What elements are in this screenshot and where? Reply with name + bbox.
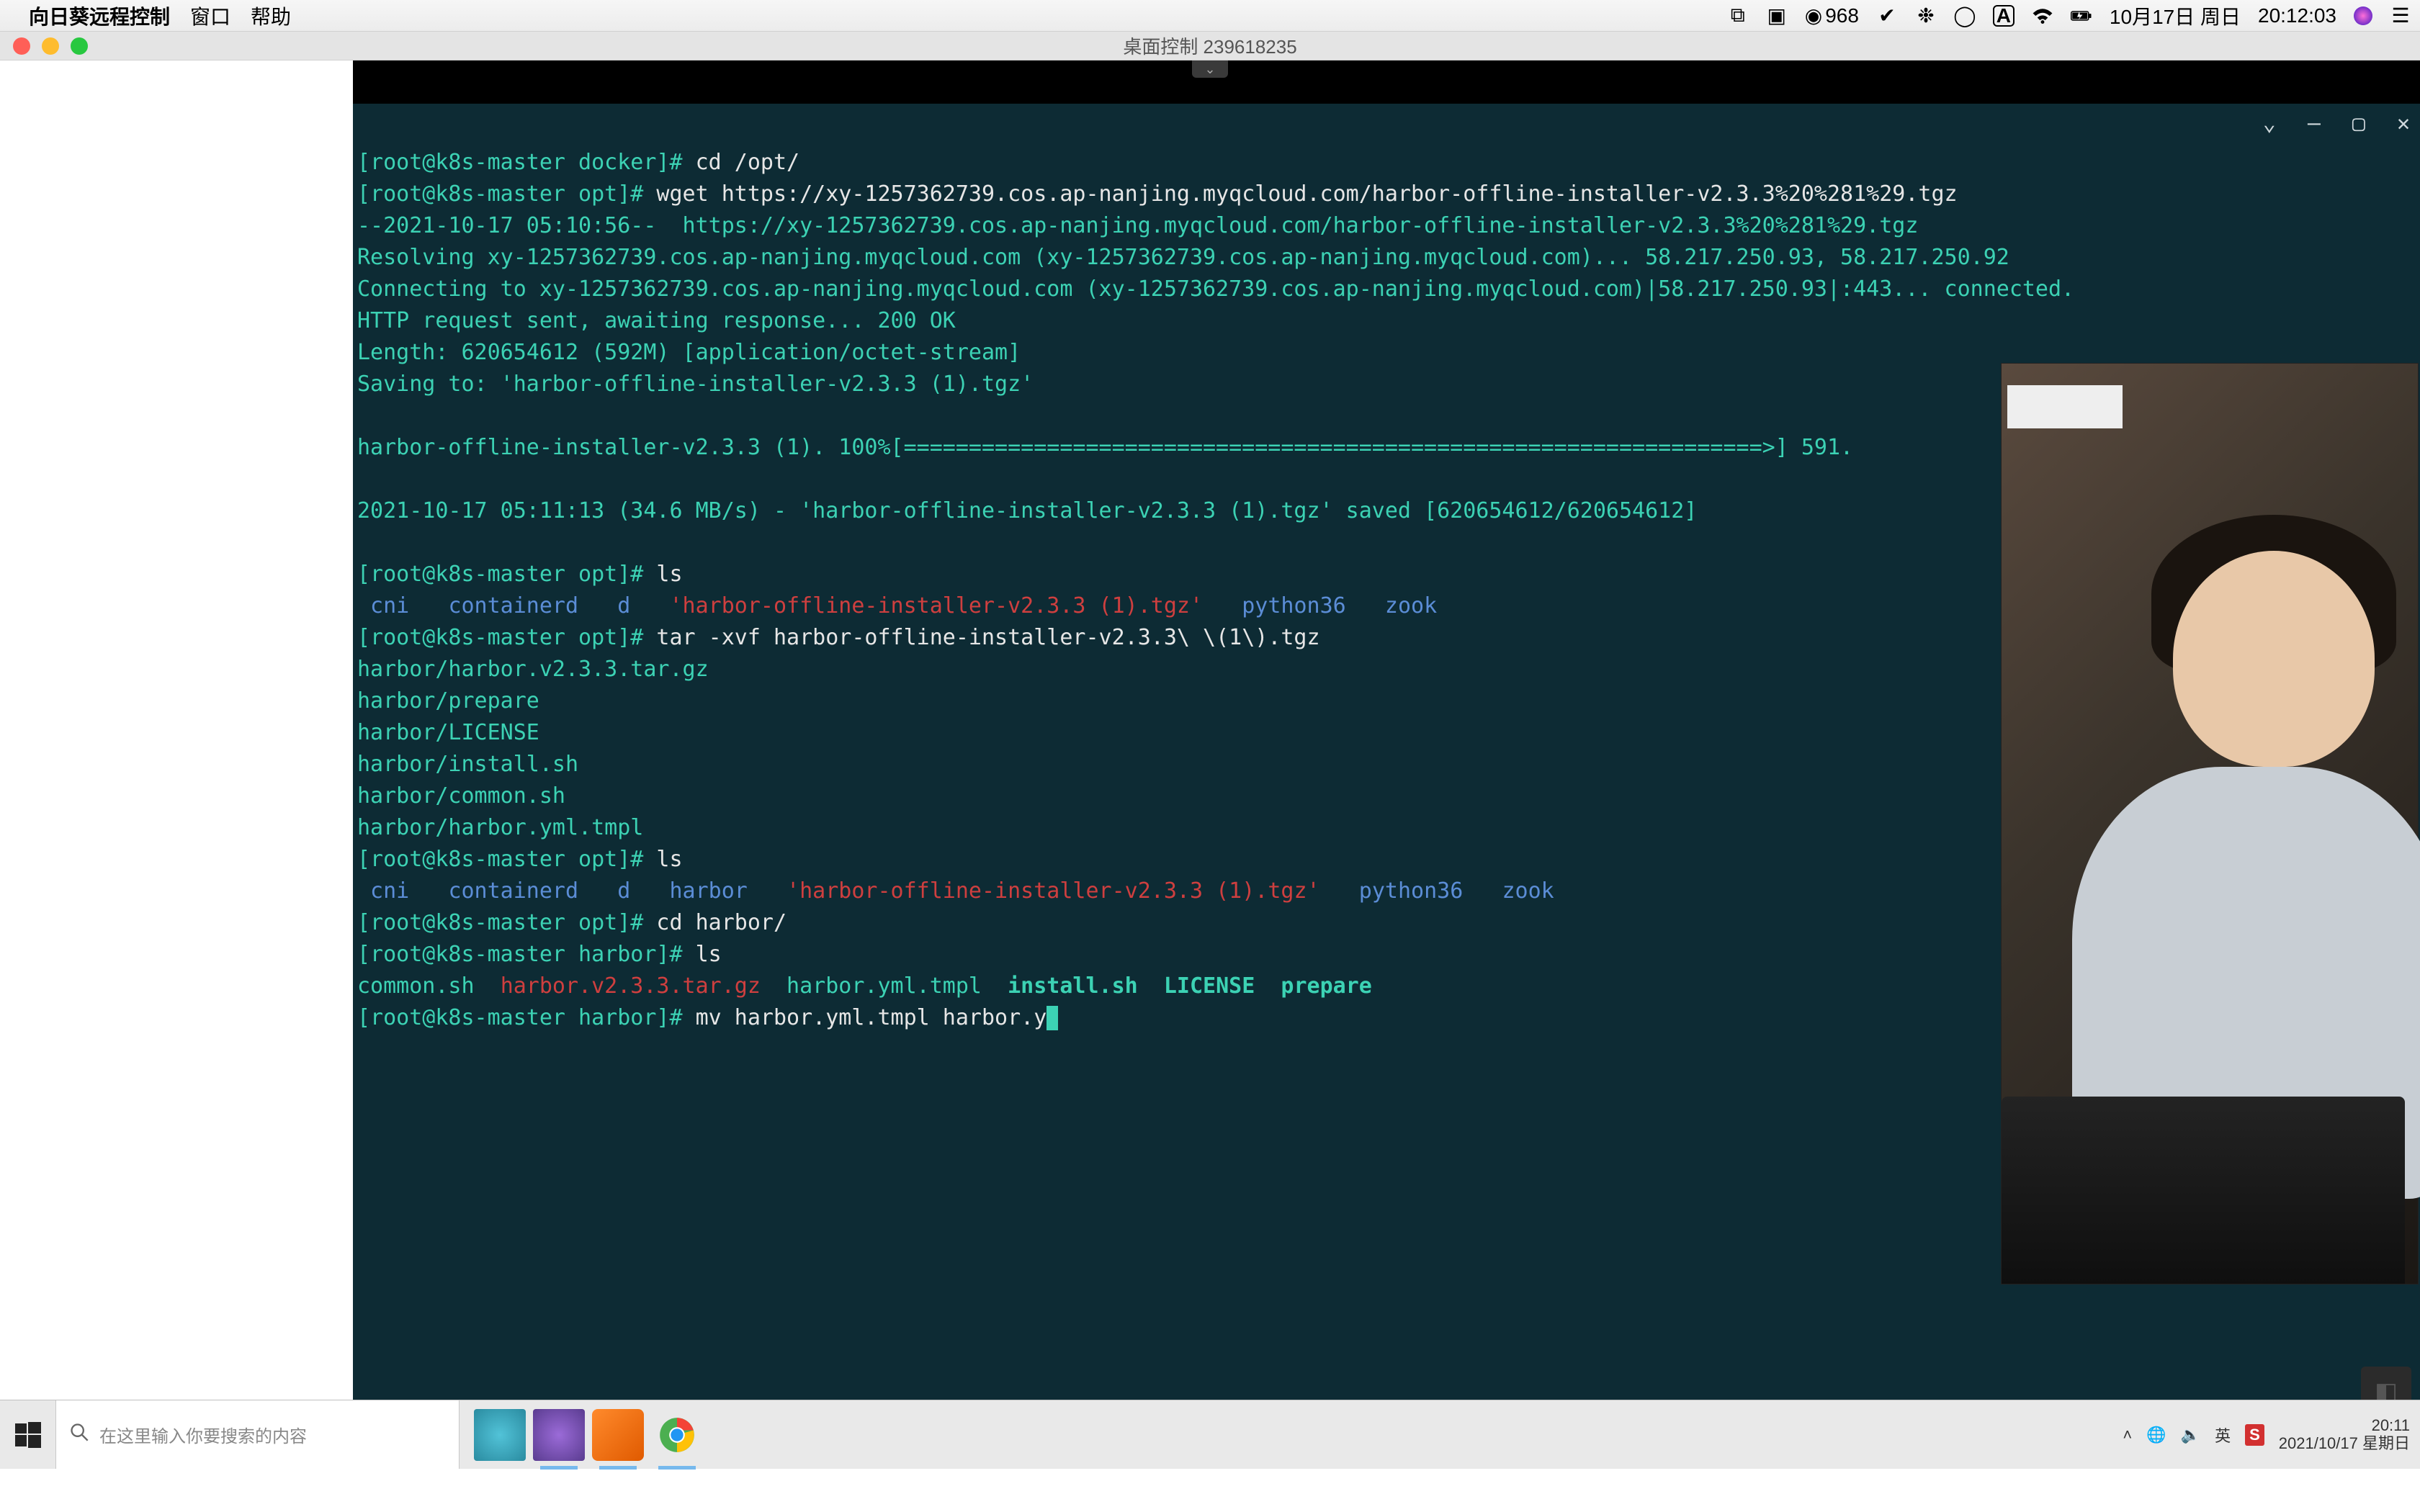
tray-region-indicator[interactable]: S [2245,1424,2264,1446]
camera-icon[interactable]: ▣ [1766,5,1788,27]
taskbar-app-1[interactable] [474,1409,526,1461]
siri-icon[interactable] [2354,6,2372,25]
fan-icon[interactable]: ❉ [1915,5,1937,27]
maximize-icon[interactable]: ▢ [2352,108,2365,140]
tray-input-indicator[interactable]: 英 [2215,1423,2231,1446]
tray-chevron-up-icon[interactable]: ˄ [2123,1426,2132,1444]
laptop-silhouette [2002,1097,2405,1284]
minimize-button[interactable] [42,37,59,55]
menubar-time[interactable]: 20:12:03 [2258,4,2336,27]
taskbar-clock[interactable]: 20:11 2021/10/17 星期日 [2279,1417,2410,1452]
control-center-icon[interactable]: ☰ [2390,5,2411,27]
battery-icon[interactable] [2071,5,2092,27]
remote-desktop: ⌄ — ▢ ✕ [root@k8s-master docker]# cd /op… [0,60,2420,1469]
taskbar-date: 2021/10/17 星期日 [2279,1435,2410,1452]
tray-network-icon[interactable]: 🌐 [2146,1426,2166,1444]
background-object [2007,385,2123,428]
tray-volume-icon[interactable]: 🔈 [2181,1426,2200,1444]
taskbar-chrome[interactable] [651,1409,703,1461]
taskbar-app-3[interactable] [592,1409,644,1461]
macos-menubar: 向日葵远程控制 窗口 帮助 ⧉ ▣ ◉ 968 ✔︎ ❉ ◯ A 10月17日 … [0,0,2420,32]
chevron-down-icon[interactable]: ⌄ [2263,108,2276,140]
remote-window-titlebar: 桌面控制 239618235 [0,32,2420,60]
search-placeholder: 在这里输入你要搜索的内容 [99,1422,307,1447]
check-icon[interactable]: ✔︎ [1876,5,1898,27]
circle-icon[interactable]: ◯ [1954,5,1976,27]
screen-icon[interactable]: ⧉ [1727,5,1749,27]
input-method-icon[interactable]: A [1993,5,2015,27]
wifi-icon[interactable] [2032,5,2053,27]
side-panel [0,60,353,1400]
menubar-date[interactable]: 10月17日 周日 [2110,1,2241,30]
webcam-overlay[interactable] [2001,363,2419,1284]
counter[interactable]: ◉ 968 [1805,4,1859,27]
person-face [2173,551,2375,767]
taskbar-time: 20:11 [2372,1417,2410,1434]
remote-window-title: 桌面控制 239618235 [1123,32,1296,59]
taskbar-app-2[interactable] [533,1409,585,1461]
windows-taskbar: 在这里输入你要搜索的内容 ˄ 🌐 🔈 英 S 20:11 2021/10/17 … [0,1400,2420,1469]
terminal-titlebar: ⌄ — ▢ ✕ [353,104,2420,144]
app-name[interactable]: 向日葵远程控制 [29,1,170,30]
close-icon[interactable]: ✕ [2397,108,2410,140]
dropdown-handle[interactable]: ⌄ [1192,60,1228,78]
menu-help[interactable]: 帮助 [251,1,291,30]
taskbar-search[interactable]: 在这里输入你要搜索的内容 [56,1400,460,1469]
zoom-button[interactable] [71,37,88,55]
terminal-cursor [1047,1006,1058,1030]
close-button[interactable] [13,37,30,55]
menu-window[interactable]: 窗口 [190,1,230,30]
search-icon [69,1422,89,1447]
start-button[interactable] [0,1400,56,1469]
minimize-icon[interactable]: — [2308,108,2321,140]
